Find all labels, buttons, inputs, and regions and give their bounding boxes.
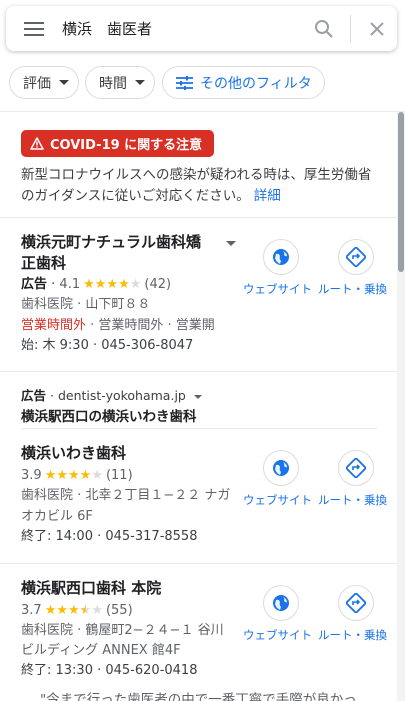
- listing-3-title[interactable]: 横浜駅西口歯科 本院: [21, 578, 161, 599]
- website-button[interactable]: [263, 239, 299, 275]
- listing-1-category-address: 歯科医院 · 山下町８８: [21, 297, 151, 312]
- review-count[interactable]: (55): [106, 603, 133, 618]
- filter-chips: 評価 時間 その他のフィルタ: [0, 66, 405, 102]
- listing-1-title-line2[interactable]: 正歯科: [21, 253, 66, 274]
- directions-label[interactable]: ルート・乗換: [318, 281, 387, 297]
- listing-3-category-address: 歯科医院 · 鶴屋町2−２４−１ 谷川: [21, 623, 224, 638]
- warning-icon: [30, 137, 44, 150]
- globe-icon: [273, 460, 289, 476]
- directions-button[interactable]: [338, 239, 374, 275]
- listing-3-hours-phone: 終了: 13:30 · 045-620-0418: [21, 663, 198, 678]
- listing-3-rating-line: 3.7 ★★★★★ (55): [21, 601, 133, 621]
- ad-label: 広告: [21, 277, 48, 292]
- ad-block-header: 広告 · dentist-yokohama.jp: [21, 385, 202, 404]
- review-count[interactable]: (42): [144, 277, 171, 292]
- covid-badge: COVID-19 に関する注意: [21, 130, 215, 157]
- directions-label[interactable]: ルート・乗換: [318, 627, 387, 643]
- filter-sliders-icon: [176, 75, 193, 90]
- listing-1-title-line1[interactable]: 横浜元町ナチュラル歯科矯: [21, 232, 201, 253]
- covid-message: 新型コロナウイルスへの感染が疑われる時は、厚生労働省のガイダンスに従いご対応くだ…: [21, 167, 372, 204]
- status-closed: 営業時間外: [21, 318, 87, 333]
- chevron-down-icon[interactable]: [193, 394, 202, 399]
- listing-divider: [0, 563, 397, 564]
- rating-chip-label: 評価: [23, 75, 51, 92]
- more-filters-chip[interactable]: その他のフィルタ: [162, 66, 325, 99]
- listing-2-hours-phone: 終了: 14:00 · 045-317-8558: [21, 529, 198, 544]
- search-bar: 横浜 歯医者: [6, 6, 397, 51]
- listing-1-status: 営業時間外 · 営業時間外 · 営業開: [21, 316, 215, 336]
- listing-2-address-line2: オカビル 6F: [21, 509, 93, 524]
- star-rating-icon: ★★★★★: [44, 603, 103, 618]
- covid-notice: COVID-19 に関する注意 新型コロナウイルスへの感染が疑われる時は、厚生労…: [0, 112, 397, 218]
- rating-filter-chip[interactable]: 評価: [9, 66, 79, 99]
- star-rating-icon: ★★★★★: [44, 468, 103, 483]
- star-rating-icon: ★★★★★: [83, 277, 142, 292]
- directions-button[interactable]: [338, 585, 374, 621]
- rating-value: 4.1: [59, 277, 81, 292]
- ad-label: 広告: [21, 388, 47, 403]
- listing-2-category-address: 歯科医院 · 北幸２丁目１−２２ ナガ: [21, 488, 231, 503]
- globe-icon: [273, 249, 289, 265]
- review-count[interactable]: (11): [106, 468, 133, 483]
- more-filters-label: その他のフィルタ: [200, 75, 312, 92]
- chevron-down-icon: [135, 80, 145, 85]
- hours-chip-label: 時間: [99, 75, 127, 92]
- directions-icon: [346, 593, 366, 613]
- listing-1-rating-line: 広告 · 4.1 ★★★★★ (42): [21, 277, 172, 292]
- scrollbar[interactable]: [397, 112, 405, 701]
- rating-value: 3.9: [21, 468, 42, 483]
- search-input[interactable]: 横浜 歯医者: [62, 18, 306, 39]
- hours-filter-chip[interactable]: 時間: [85, 66, 155, 99]
- globe-icon: [273, 595, 289, 611]
- close-icon[interactable]: [357, 6, 397, 51]
- website-label[interactable]: ウェブサイト: [243, 627, 312, 643]
- website-label[interactable]: ウェブサイト: [243, 281, 312, 297]
- rating-value: 3.7: [21, 603, 42, 618]
- ad-info-chevron-icon[interactable]: [226, 241, 236, 246]
- listing-2-rating-line: 3.9 ★★★★★ (11): [21, 466, 133, 486]
- listing-divider: [0, 371, 397, 372]
- covid-text: 新型コロナウイルスへの感染が疑われる時は、厚生労働省のガイダンスに従いご対応くだ…: [21, 165, 381, 207]
- website-label[interactable]: ウェブサイト: [243, 492, 312, 508]
- website-button[interactable]: [263, 450, 299, 486]
- search-separator: [350, 14, 351, 43]
- ad-block-divider: [21, 428, 377, 429]
- directions-icon: [346, 458, 366, 478]
- covid-badge-label: COVID-19 に関する注意: [50, 138, 203, 153]
- covid-more-link[interactable]: 詳細: [254, 188, 281, 204]
- review-snippet: "今まで行った歯医者の中で一番丁寧で手際が良かっ: [40, 692, 357, 701]
- chevron-down-icon: [59, 80, 69, 85]
- ad-domain[interactable]: dentist-yokohama.jp: [58, 388, 186, 403]
- listing-1-hours-phone: 始: 木 9:30 · 045-306-8047: [21, 338, 194, 353]
- listing-2-title[interactable]: 横浜いわき歯科: [21, 443, 126, 464]
- search-icon[interactable]: [306, 6, 342, 51]
- website-button[interactable]: [263, 585, 299, 621]
- directions-button[interactable]: [338, 450, 374, 486]
- menu-icon[interactable]: [6, 6, 62, 51]
- directions-label[interactable]: ルート・乗換: [318, 492, 387, 508]
- status-detail: · 営業時間外 · 営業開: [86, 318, 215, 333]
- scrollbar-thumb[interactable]: [398, 112, 404, 272]
- directions-icon: [346, 247, 366, 267]
- ad-block-title[interactable]: 横浜駅西口の横浜いわき歯科: [21, 405, 197, 425]
- listing-3-address-line2: ビルディング ANNEX 館4F: [21, 643, 181, 658]
